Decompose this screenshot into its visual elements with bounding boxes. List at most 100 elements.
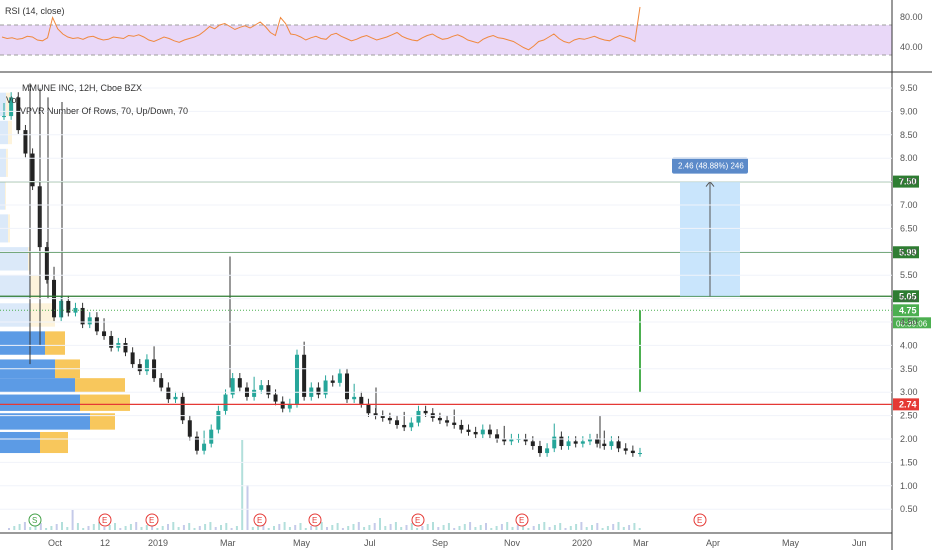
x-tick-label: Nov xyxy=(504,538,521,548)
y-tick-label: 6.50 xyxy=(900,223,918,233)
volume-bar xyxy=(543,522,546,530)
volume-bar xyxy=(167,524,169,530)
candle-body xyxy=(402,424,407,428)
x-tick-label: 2020 xyxy=(572,538,592,548)
volume-bar xyxy=(241,440,244,530)
y-tick-label: 5.00 xyxy=(900,294,918,304)
volume-bar xyxy=(628,525,631,530)
candle-body xyxy=(316,387,321,395)
x-tick-label: Mar xyxy=(220,538,236,548)
candle-body xyxy=(137,364,142,372)
volume-bar xyxy=(76,523,79,530)
candle-body xyxy=(130,352,135,365)
vp-down-row xyxy=(8,120,12,145)
volume-bar xyxy=(437,527,440,530)
volume-bar xyxy=(622,527,625,530)
volume-bar xyxy=(532,526,535,530)
vp-up-row xyxy=(0,275,30,299)
candle-body xyxy=(259,385,264,390)
candle-body xyxy=(466,429,471,432)
volume-bar xyxy=(161,526,164,530)
event-marker-label: E xyxy=(312,516,317,525)
candle-body xyxy=(602,443,607,447)
candle-body xyxy=(573,441,578,444)
volume-bar xyxy=(230,528,233,530)
volume-bar xyxy=(71,510,74,530)
candle-body xyxy=(530,441,535,447)
volume-bar xyxy=(341,528,344,530)
candle-body xyxy=(609,441,614,447)
volume-bar xyxy=(273,526,275,530)
candle-body xyxy=(616,441,621,449)
time-axis[interactable]: Oct 12 2019 Mar May Jul Sep Nov 2020 Mar Apr May Jun xyxy=(48,538,867,548)
volume-bar xyxy=(310,526,313,530)
candle-body xyxy=(294,354,299,404)
volume-bar xyxy=(326,527,328,530)
legend-vpvr: VPVR Number Of Rows, 70, Up/Down, 70 xyxy=(20,106,188,116)
price-axis[interactable]: 9.50 9.00 8.50 8.00 7.50 7.00 6.50 6.00 5.50 5.00… xyxy=(0,83,918,514)
event-marker-label: E xyxy=(102,516,107,525)
volume-bar xyxy=(416,528,419,530)
x-tick-label: Jun xyxy=(852,538,867,548)
x-tick-label: 12 xyxy=(100,538,110,548)
volume-bar xyxy=(458,526,461,530)
volume-bar xyxy=(373,523,376,530)
vp-up-row xyxy=(0,378,75,393)
candle-body xyxy=(280,401,285,409)
x-tick-label: Oct xyxy=(48,538,63,548)
candle-body xyxy=(630,450,635,454)
volume-bar xyxy=(569,526,572,530)
volume-bar xyxy=(453,528,456,530)
rsi-title: RSI (14, close) xyxy=(5,6,65,16)
volume-bar xyxy=(108,525,111,530)
y-tick-label: 9.00 xyxy=(900,106,918,116)
volume-bar xyxy=(320,522,323,530)
candle-body xyxy=(216,410,221,430)
candle-body xyxy=(144,359,149,372)
volume-bar xyxy=(559,523,562,530)
volume-bar xyxy=(432,522,434,530)
volume-bar xyxy=(405,525,408,530)
candle-body xyxy=(495,434,500,439)
volume-bar xyxy=(299,523,302,530)
volume-bar xyxy=(8,528,10,530)
volume-bar xyxy=(82,528,85,530)
candle-body xyxy=(552,436,557,449)
candle-body xyxy=(102,331,107,337)
volume-bar xyxy=(612,524,615,530)
volume-bar xyxy=(172,522,175,530)
vp-down-row xyxy=(80,394,130,411)
volume-bar xyxy=(606,526,609,530)
vp-down-row xyxy=(6,148,8,177)
candle-body xyxy=(416,410,421,423)
y-tick-label: 2.50 xyxy=(900,411,918,421)
rsi-band xyxy=(0,25,892,55)
y-tick-label: 1.00 xyxy=(900,481,918,491)
y-tick-label: 5.50 xyxy=(900,270,918,280)
volume-bar xyxy=(87,526,90,530)
candle-body xyxy=(173,396,178,400)
candle-body xyxy=(437,417,442,421)
volume-bar xyxy=(596,523,599,530)
candle-body xyxy=(487,429,492,435)
volume-bar xyxy=(119,528,122,530)
horizontal-levels: 7.505.995.052.744.7508:39:06 xyxy=(0,175,931,411)
candle-body xyxy=(545,448,550,454)
volume-bar xyxy=(580,522,583,530)
legend-vol: Vol xyxy=(6,95,19,105)
y-tick-label: 8.50 xyxy=(900,130,918,140)
volume-bar xyxy=(601,528,604,530)
volume-bar xyxy=(103,527,106,530)
volume-bar xyxy=(357,522,360,530)
volume-bar xyxy=(124,526,127,530)
volume-bar xyxy=(410,523,413,530)
volume-bar xyxy=(553,525,556,530)
volume-bar xyxy=(23,522,26,530)
candle-body xyxy=(366,403,371,414)
volume-bar xyxy=(267,528,270,530)
volume-bar xyxy=(506,522,509,530)
candle-body xyxy=(566,441,571,447)
vp-up-row xyxy=(0,331,45,355)
vp-down-row xyxy=(45,331,65,355)
candle-body xyxy=(87,317,92,325)
